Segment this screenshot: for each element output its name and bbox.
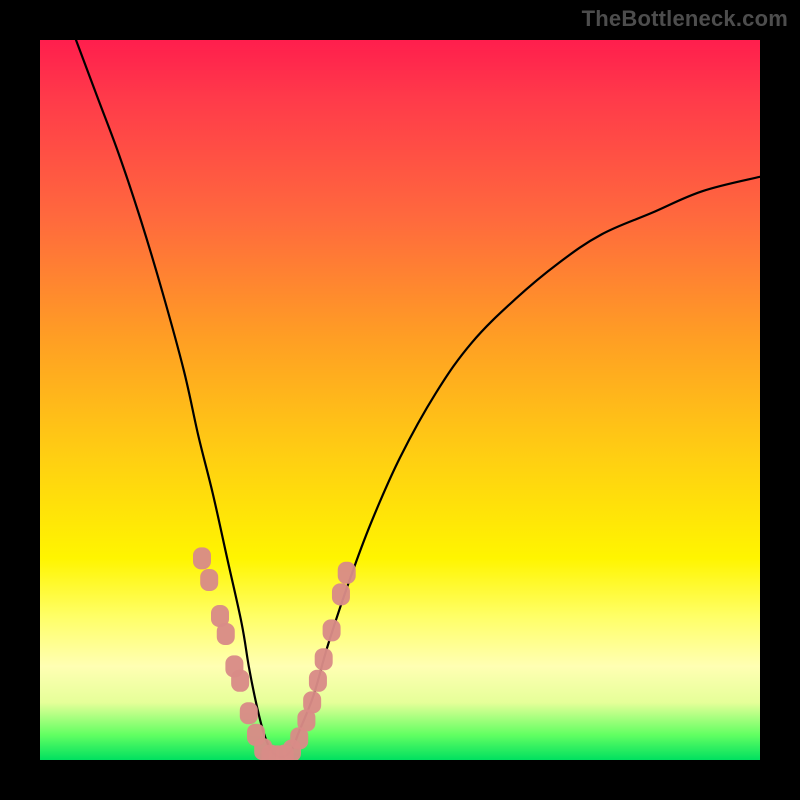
- marker-point: [338, 562, 356, 584]
- watermark-text: TheBottleneck.com: [582, 6, 788, 32]
- marker-point: [240, 702, 258, 724]
- marker-point: [193, 547, 211, 569]
- curve-layer: [40, 40, 760, 760]
- marker-point: [231, 670, 249, 692]
- marker-point: [332, 583, 350, 605]
- plot-area: [40, 40, 760, 760]
- highlight-markers: [193, 547, 356, 760]
- marker-point: [309, 670, 327, 692]
- bottleneck-curve: [76, 40, 760, 757]
- marker-point: [217, 623, 235, 645]
- marker-point: [323, 619, 341, 641]
- chart-frame: TheBottleneck.com: [0, 0, 800, 800]
- marker-point: [200, 569, 218, 591]
- marker-point: [303, 691, 321, 713]
- marker-point: [315, 648, 333, 670]
